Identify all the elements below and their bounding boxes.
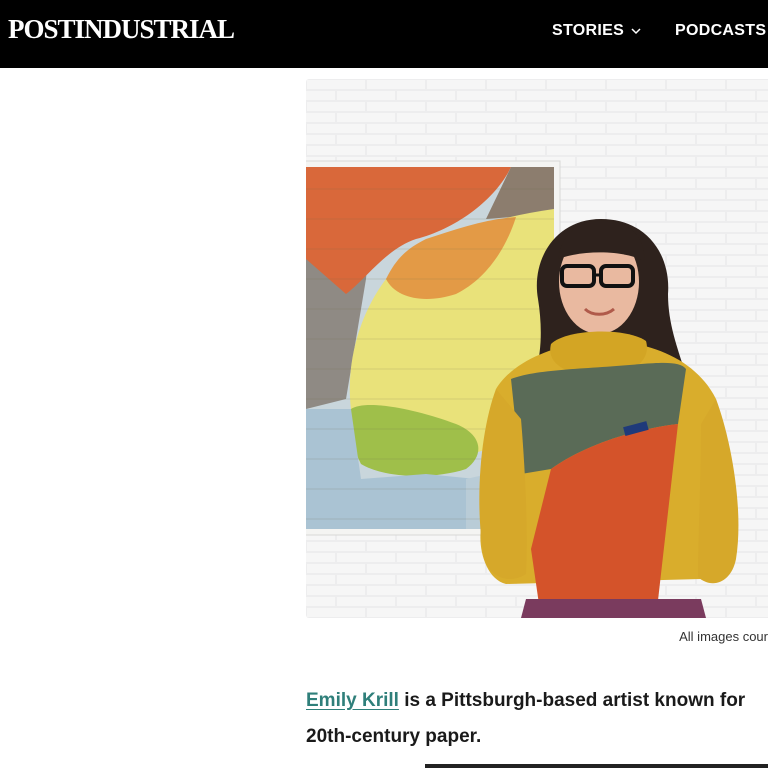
- lede-text-line1: is a Pittsburgh-based artist known for: [398, 690, 746, 711]
- chevron-down-icon: [631, 28, 641, 35]
- hero-image: [306, 79, 768, 618]
- nav-item-podcasts-label: PODCASTS: [675, 22, 767, 39]
- lede-text-line2: 20th-century paper.: [306, 726, 482, 747]
- nav-item-stories[interactable]: STORIES: [552, 23, 642, 39]
- nav-item-stories-label: STORIES: [552, 22, 625, 39]
- embedded-media-edge: [425, 764, 768, 768]
- image-caption: All images cour: [679, 629, 768, 644]
- site-header: POSTINDUSTRIAL STORIES PODCASTS: [0, 0, 768, 68]
- article-lede: Emily Krill is a Pittsburgh-based artist…: [306, 683, 768, 755]
- nav-item-podcasts[interactable]: PODCASTS: [675, 23, 766, 39]
- site-logo[interactable]: POSTINDUSTRIAL: [8, 16, 235, 43]
- artist-link[interactable]: Emily Krill: [306, 690, 399, 711]
- hero-photo: [306, 79, 768, 618]
